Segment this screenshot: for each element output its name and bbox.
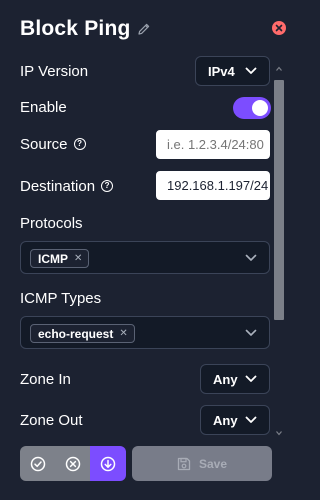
check-circle-icon: [30, 456, 45, 471]
icmp-types-multiselect[interactable]: echo-request ✕: [20, 316, 270, 349]
destination-label-text: Destination: [20, 178, 96, 195]
block-ping-panel: Block Ping IP Version IPv4 Enable Source…: [0, 0, 304, 500]
protocol-chip-label: ICMP: [38, 251, 68, 266]
chevron-down-icon: [245, 254, 257, 261]
scroll-down-icon[interactable]: [276, 430, 282, 436]
zone-in-label: Zone In: [20, 371, 71, 388]
zone-out-label: Zone Out: [20, 412, 83, 429]
icmp-type-chip-label: echo-request: [38, 326, 114, 341]
protocols-multiselect[interactable]: ICMP ✕: [20, 241, 270, 274]
accept-button[interactable]: [20, 446, 55, 481]
source-label-text: Source: [20, 136, 68, 153]
download-button[interactable]: [90, 446, 126, 481]
source-input[interactable]: [156, 130, 270, 159]
scroll-up-icon[interactable]: [276, 66, 282, 72]
destination-label: Destination?: [20, 178, 114, 195]
zone-out-value: Any: [213, 412, 238, 428]
ip-version-label: IP Version: [20, 63, 89, 80]
reject-button[interactable]: [55, 446, 90, 481]
save-label: Save: [198, 456, 228, 471]
toggle-knob: [252, 100, 268, 116]
help-icon[interactable]: ?: [73, 138, 86, 151]
save-icon: [177, 457, 191, 470]
close-icon: [275, 24, 283, 32]
zone-in-value: Any: [213, 371, 238, 387]
chevron-down-icon: [245, 416, 257, 423]
zone-in-select[interactable]: Any: [200, 364, 270, 394]
pencil-icon[interactable]: [137, 22, 151, 36]
enable-toggle[interactable]: [233, 97, 271, 119]
remove-chip-icon[interactable]: ✕: [119, 328, 127, 339]
protocol-chip: ICMP ✕: [30, 249, 90, 268]
zone-out-select[interactable]: Any: [200, 405, 270, 435]
enable-label: Enable: [20, 99, 67, 116]
ip-version-value: IPv4: [208, 63, 235, 79]
icmp-types-label: ICMP Types: [20, 290, 102, 307]
source-label: Source?: [20, 136, 86, 153]
help-icon[interactable]: ?: [101, 180, 114, 193]
chevron-down-icon: [245, 329, 257, 336]
destination-input[interactable]: 192.168.1.197/24: [156, 171, 270, 200]
ip-version-select[interactable]: IPv4: [195, 56, 270, 86]
remove-chip-icon[interactable]: ✕: [74, 253, 82, 264]
chevron-down-icon: [245, 67, 257, 74]
chevron-down-icon: [245, 375, 257, 382]
page-title: Block Ping: [20, 17, 131, 40]
action-button-group: [20, 446, 126, 481]
icmp-type-chip: echo-request ✕: [30, 324, 135, 343]
scrollbar-thumb[interactable]: [274, 80, 284, 320]
save-button[interactable]: Save: [132, 446, 272, 481]
protocols-label: Protocols: [20, 215, 83, 232]
arrow-down-circle-icon: [100, 456, 116, 471]
x-circle-icon: [65, 456, 80, 471]
close-button[interactable]: [272, 21, 286, 35]
title-row: Block Ping: [20, 14, 151, 44]
